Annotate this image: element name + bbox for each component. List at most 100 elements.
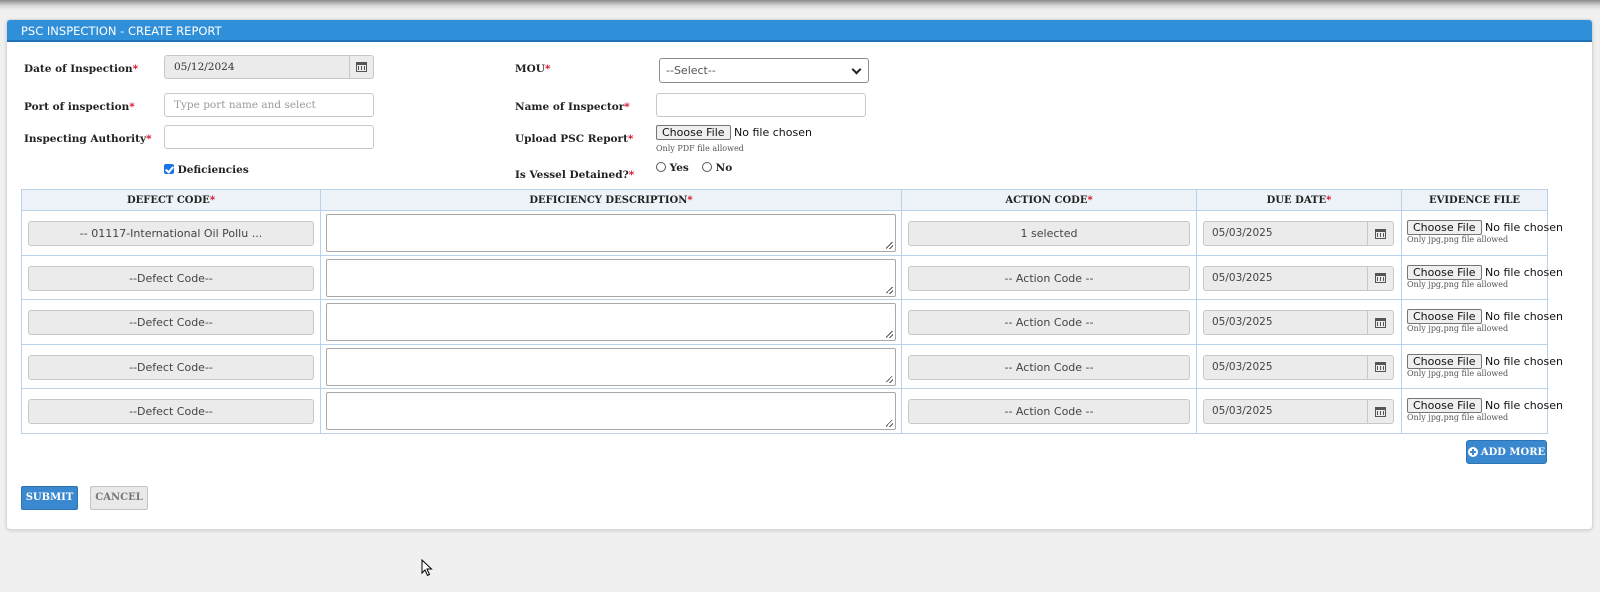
vessel-detained-label: Is Vessel Detained?* [515,169,635,181]
file-type-hint: Only jpg,png file allowed [1407,368,1509,378]
choose-file-button[interactable]: Choose File [656,125,731,140]
port-of-inspection-label: Port of inspection* [24,101,135,113]
evidence-file-input[interactable]: Choose File No file chosen [1407,264,1563,280]
add-more-label: ADD MORE [1480,446,1546,458]
deficiencies-checkbox[interactable] [164,164,174,174]
detained-yes-option[interactable]: Yes [656,162,689,174]
add-more-button[interactable]: ADD MORE [1466,440,1547,464]
action-code-select[interactable]: 1 selected [908,221,1190,246]
detained-no-option[interactable]: No [702,162,732,174]
deficiency-description-textarea[interactable] [326,347,896,386]
top-shadow [0,0,1600,10]
date-calendar-button[interactable] [349,55,374,79]
inspector-name-input[interactable] [656,93,866,117]
defect-code-select[interactable]: --Defect Code-- [28,265,314,291]
file-status: No file chosen [1485,354,1563,368]
choose-file-button[interactable]: Choose File [1407,353,1482,369]
due-date-calendar-button[interactable] [1367,265,1394,291]
pdf-hint: Only PDF file allowed [656,144,744,153]
action-code-select[interactable]: -- Action Code -- [908,399,1190,424]
action-code-select[interactable]: -- Action Code -- [908,265,1190,291]
port-search-input[interactable] [164,93,374,117]
file-type-hint: Only jpg,png file allowed [1407,413,1509,422]
resize-grip-icon[interactable] [886,375,893,383]
file-type-hint: Only jpg,png file allowed [1407,324,1509,333]
action-code-header: ACTION CODE* [901,189,1197,211]
file-status: No file chosen [1485,265,1563,279]
choose-file-button[interactable]: Choose File [1407,264,1482,280]
calendar-icon [1375,228,1386,239]
evidence-file-header: EVIDENCE FILE [1401,189,1548,211]
deficiency-description-header: DEFICIENCY DESCRIPTION* [320,189,902,211]
action-code-select[interactable]: -- Action Code -- [908,354,1190,380]
file-status: No file chosen [734,126,812,139]
submit-button[interactable]: SUBMIT [21,486,78,510]
file-status: No file chosen [1485,399,1563,412]
chevron-down-icon [851,64,862,75]
due-date-calendar-button[interactable] [1367,399,1394,424]
file-type-hint: Only jpg,png file allowed [1407,279,1509,289]
deficiency-table: DEFECT CODE* DEFICIENCY DESCRIPTION* ACT… [21,189,1563,434]
due-date-input[interactable]: 05/03/2025 [1203,265,1368,291]
file-type-hint: Only jpg,png file allowed [1407,235,1509,244]
panel-title: PSC INSPECTION - CREATE REPORT [7,20,1592,42]
cancel-button[interactable]: CANCEL [90,486,148,510]
calendar-icon [1375,362,1386,372]
inspecting-authority-input[interactable] [164,125,374,149]
due-date-calendar-button[interactable] [1367,221,1394,246]
table-row: --Defect Code-- -- Action Code -- 05/03/… [21,254,1563,300]
table-header-row: DEFECT CODE* DEFICIENCY DESCRIPTION* ACT… [21,189,1548,211]
detained-yes-radio[interactable] [656,162,666,172]
defect-code-select[interactable]: --Defect Code-- [28,310,314,335]
calendar-icon [1375,317,1386,328]
calendar-icon [1375,273,1386,283]
calendar-icon [1375,406,1386,417]
deficiency-description-textarea[interactable] [326,258,896,297]
defect-code-select[interactable]: -- 01117-International Oil Pollu ... [28,221,314,246]
deficiency-description-textarea[interactable] [326,303,896,341]
date-of-inspection-input[interactable] [164,55,350,79]
evidence-file-input[interactable]: Choose File No file chosen [1407,220,1563,235]
due-date-calendar-button[interactable] [1367,354,1394,380]
mou-label: MOU* [515,63,551,75]
due-date-input[interactable]: 05/03/2025 [1203,399,1368,424]
resize-grip-icon[interactable] [886,286,893,294]
defect-code-select[interactable]: --Defect Code-- [28,354,314,380]
choose-file-button[interactable]: Choose File [1407,398,1482,413]
defect-code-header: DEFECT CODE* [21,189,321,211]
create-report-panel: PSC INSPECTION - CREATE REPORT Date of I… [6,19,1593,530]
due-date-calendar-button[interactable] [1367,310,1394,335]
upload-psc-report-label: Upload PSC Report* [515,133,634,145]
plus-circle-icon [1467,447,1478,457]
detained-no-label: No [715,162,733,174]
choose-file-button[interactable]: Choose File [1407,220,1482,235]
resize-grip-icon[interactable] [886,420,893,427]
evidence-file-input[interactable]: Choose File No file chosen [1407,353,1563,369]
evidence-file-input[interactable]: Choose File No file chosen [1407,398,1563,413]
choose-file-button[interactable]: Choose File [1407,309,1482,324]
detained-yes-label: Yes [669,162,689,174]
table-row: --Defect Code-- -- Action Code -- 05/03/… [21,388,1563,434]
mouse-pointer-icon [421,559,433,577]
name-of-inspector-label: Name of Inspector* [515,101,630,113]
due-date-input[interactable]: 05/03/2025 [1203,354,1368,380]
file-status: No file chosen [1485,221,1563,234]
deficiency-description-textarea[interactable] [326,214,896,252]
date-of-inspection-label: Date of Inspection* [24,63,139,75]
deficiencies-checkbox-row[interactable]: Deficiencies [164,164,249,176]
deficiency-description-textarea[interactable] [326,392,896,430]
action-code-select[interactable]: -- Action Code -- [908,310,1190,335]
mou-select[interactable]: --Select-- [659,58,869,83]
detained-no-radio[interactable] [702,162,712,172]
resize-grip-icon[interactable] [886,331,893,338]
resize-grip-icon[interactable] [886,242,893,249]
defect-code-select[interactable]: --Defect Code-- [28,399,314,424]
due-date-input[interactable]: 05/03/2025 [1203,221,1368,246]
due-date-input[interactable]: 05/03/2025 [1203,310,1368,335]
deficiencies-label: Deficiencies [177,164,249,176]
mou-selected-value: --Select-- [666,64,716,77]
evidence-file-input[interactable]: Choose File No file chosen [1407,309,1563,324]
psc-report-file-input[interactable]: Choose File No file chosen [656,125,812,140]
calendar-icon [356,62,367,72]
table-row: --Defect Code-- -- Action Code -- 05/03/… [21,343,1563,389]
